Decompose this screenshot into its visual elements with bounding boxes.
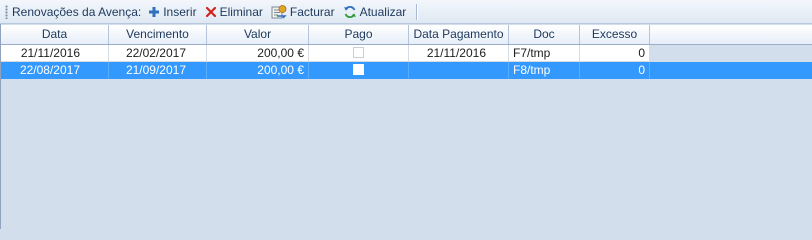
cell-data-pagamento[interactable] [409,62,509,79]
cell-excesso[interactable]: 0 [580,62,650,79]
column-header-filler [650,25,812,44]
delete-button[interactable]: Eliminar [205,5,263,19]
insert-button-label: Inserir [163,4,197,19]
cell-data[interactable]: 22/08/2017 [1,62,109,79]
cell-pago[interactable] [309,62,409,79]
invoice-button-label: Facturar [289,4,335,19]
pago-checkbox[interactable] [353,64,364,76]
delete-button-label: Eliminar [219,4,263,19]
column-header-data[interactable]: Data [1,25,109,44]
row-filler [650,62,812,79]
cell-data[interactable]: 21/11/2016 [1,45,109,62]
toolbar-title: Renovações da Avença: [12,4,142,19]
cell-data-pagamento[interactable]: 21/11/2016 [409,45,509,62]
refresh-icon [343,5,356,18]
refresh-button-label: Atualizar [359,4,407,19]
column-header-valor[interactable]: Valor [207,25,309,44]
column-header-data-pagamento[interactable]: Data Pagamento [409,25,509,44]
cell-valor[interactable]: 200,00 € [207,45,309,62]
cell-doc[interactable]: F7/tmp [509,45,580,62]
toolbar: Renovações da Avença: Inserir Eliminar F… [0,0,812,24]
invoice-icon [271,4,287,18]
plus-icon [149,6,160,17]
cell-vencimento[interactable]: 21/09/2017 [109,62,207,79]
cell-excesso[interactable]: 0 [580,45,650,62]
column-header-vencimento[interactable]: Vencimento [109,25,207,44]
close-icon [205,6,216,17]
cell-vencimento[interactable]: 22/02/2017 [109,45,207,62]
grid-header: Data Vencimento Valor Pago Data Pagament… [1,25,812,45]
column-header-pago[interactable]: Pago [309,25,409,44]
renewals-grid[interactable]: Data Vencimento Valor Pago Data Pagament… [0,24,812,229]
pago-checkbox[interactable] [353,47,364,59]
column-header-excesso[interactable]: Excesso [580,25,650,44]
cell-doc[interactable]: F8/tmp [509,62,580,79]
table-row[interactable]: 22/08/2017 21/09/2017 200,00 € F8/tmp 0 [1,62,812,79]
toolbar-grip[interactable] [5,4,8,19]
cell-pago[interactable] [309,45,409,62]
invoice-button[interactable]: Facturar [271,5,335,19]
insert-button[interactable]: Inserir [148,4,197,19]
table-row[interactable]: 21/11/2016 22/02/2017 200,00 € 21/11/201… [1,45,650,62]
column-header-doc[interactable]: Doc [509,25,580,44]
cell-valor[interactable]: 200,00 € [207,62,309,79]
refresh-button[interactable]: Atualizar [343,4,407,19]
toolbar-separator [416,3,419,20]
